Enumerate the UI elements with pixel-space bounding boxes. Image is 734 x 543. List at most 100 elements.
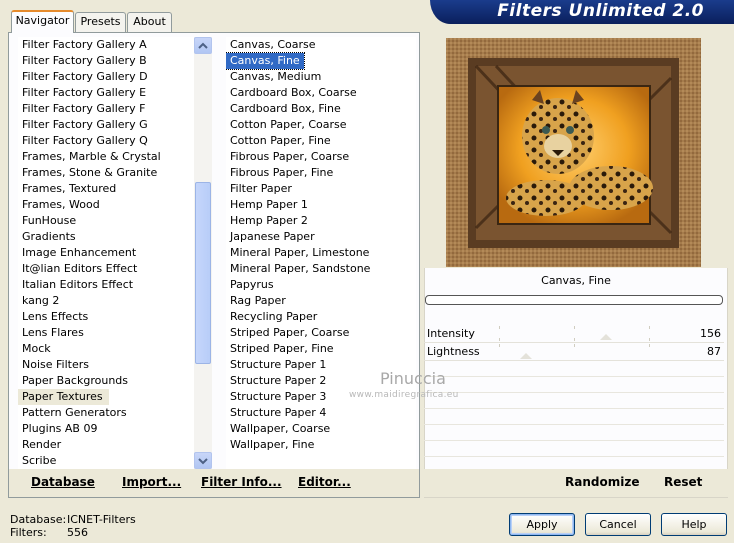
category-list[interactable]: Filter Factory Gallery A Filter Factory G… <box>18 37 194 469</box>
param-label: Intensity <box>427 327 475 340</box>
list-item[interactable]: Plugins AB 09 <box>18 421 194 437</box>
list-item[interactable]: Filter Paper <box>226 181 416 197</box>
list-item[interactable]: Filter Factory Gallery A <box>18 37 194 53</box>
list-item-label: Gradients <box>22 230 76 243</box>
list-item[interactable]: Hemp Paper 1 <box>226 197 416 213</box>
list-item[interactable]: Mineral Paper, Sandstone <box>226 261 416 277</box>
param-row-empty <box>424 393 724 409</box>
list-item[interactable]: Render <box>18 437 194 453</box>
category-scrollbar[interactable] <box>194 37 212 469</box>
scrollbar-thumb[interactable] <box>195 182 211 364</box>
import-button[interactable]: Import... <box>122 475 181 489</box>
list-item-label: Japanese Paper <box>230 230 315 243</box>
preview-image <box>446 38 701 267</box>
tab-about[interactable]: About <box>127 12 172 32</box>
database-button[interactable]: Database <box>31 475 95 489</box>
editor-button[interactable]: Editor... <box>298 475 351 489</box>
list-item[interactable]: Italian Editors Effect <box>18 277 194 293</box>
list-item[interactable]: Frames, Wood <box>18 197 194 213</box>
reset-button[interactable]: Reset <box>664 475 702 489</box>
list-item[interactable]: Filter Factory Gallery B <box>18 53 194 69</box>
list-item[interactable]: Cotton Paper, Coarse <box>226 117 416 133</box>
scroll-up-button[interactable] <box>194 37 212 54</box>
list-item[interactable]: Lens Effects <box>18 309 194 325</box>
list-item-label: Render <box>22 438 62 451</box>
list-item-label: Hemp Paper 2 <box>230 214 308 227</box>
list-item[interactable]: Cardboard Box, Coarse <box>226 85 416 101</box>
list-item[interactable]: Scribe <box>18 453 194 469</box>
filter-info-button[interactable]: Filter Info... <box>201 475 282 489</box>
list-item[interactable]: Rag Paper <box>226 293 416 309</box>
list-item[interactable]: Fibrous Paper, Coarse <box>226 149 416 165</box>
list-item[interactable]: Hemp Paper 2 <box>226 213 416 229</box>
list-item-label: Filter Factory Gallery F <box>22 102 146 115</box>
list-item-label: Recycling Paper <box>230 310 318 323</box>
list-item[interactable]: Structure Paper 4 <box>226 405 416 421</box>
list-item-label: Fibrous Paper, Fine <box>230 166 334 179</box>
param-row-empty <box>424 377 724 393</box>
banner-title: Filters Unlimited 2.0 <box>497 1 704 21</box>
list-item[interactable]: It@lian Editors Effect <box>18 261 194 277</box>
list-item[interactable]: Wallpaper, Coarse <box>226 421 416 437</box>
scroll-down-button[interactable] <box>194 452 212 469</box>
list-item[interactable]: Filter Factory Gallery D <box>18 69 194 85</box>
list-item[interactable]: Image Enhancement <box>18 245 194 261</box>
list-item-label: Noise Filters <box>22 358 89 371</box>
param-row-intensity[interactable]: Intensity 156 <box>424 325 724 343</box>
list-item[interactable]: Paper Backgrounds <box>18 373 194 389</box>
list-item-label: Pattern Generators <box>22 406 127 419</box>
list-item[interactable]: Cardboard Box, Fine <box>226 101 416 117</box>
list-item[interactable]: Japanese Paper <box>226 229 416 245</box>
list-item-label: Mineral Paper, Sandstone <box>230 262 371 275</box>
list-item-label: Filter Factory Gallery E <box>22 86 147 99</box>
list-item[interactable]: Frames, Textured <box>18 181 194 197</box>
list-item-label: Italian Editors Effect <box>22 278 134 291</box>
list-item-label: Striped Paper, Coarse <box>230 326 350 339</box>
database-status-value: ICNET-Filters <box>67 513 136 526</box>
list-item[interactable]: Recycling Paper <box>226 309 416 325</box>
filter-list[interactable]: Canvas, Coarse Canvas, Fine Canvas, Medium… <box>226 37 416 469</box>
list-item[interactable]: Filter Factory Gallery Q <box>18 133 194 149</box>
list-item-label: Mock <box>22 342 51 355</box>
chevron-up-icon <box>198 42 208 49</box>
watermark-name: Pinuccia <box>380 369 446 388</box>
list-item-label: Filter Factory Gallery Q <box>22 134 148 147</box>
param-row-empty <box>424 361 724 377</box>
list-item[interactable]: Frames, Marble & Crystal <box>18 149 194 165</box>
cancel-button[interactable]: Cancel <box>585 513 651 536</box>
param-row-empty <box>424 441 724 457</box>
list-item[interactable]: Gradients <box>18 229 194 245</box>
list-item[interactable]: Papyrus <box>226 277 416 293</box>
list-item[interactable]: Lens Flares <box>18 325 194 341</box>
param-row-empty <box>424 425 724 441</box>
list-item[interactable]: Filter Factory Gallery E <box>18 85 194 101</box>
tab-presets[interactable]: Presets <box>75 12 126 32</box>
help-button[interactable]: Help <box>661 513 727 536</box>
list-item-label: kang 2 <box>22 294 60 307</box>
randomize-button[interactable]: Randomize <box>565 475 639 489</box>
list-item[interactable]: Striped Paper, Fine <box>226 341 416 357</box>
list-item[interactable]: Canvas, Medium <box>226 69 416 85</box>
list-item[interactable]: Paper Textures <box>18 389 194 405</box>
list-item[interactable]: Fibrous Paper, Fine <box>226 165 416 181</box>
database-status-label: Database: <box>10 513 67 526</box>
list-item[interactable]: Cotton Paper, Fine <box>226 133 416 149</box>
list-item[interactable]: Mock <box>18 341 194 357</box>
apply-button[interactable]: Apply <box>509 513 575 536</box>
list-item[interactable]: Canvas, Coarse <box>226 37 416 53</box>
list-item[interactable]: Filter Factory Gallery F <box>18 101 194 117</box>
list-item[interactable]: kang 2 <box>18 293 194 309</box>
list-item[interactable]: Mineral Paper, Limestone <box>226 245 416 261</box>
tab-navigator[interactable]: Navigator <box>11 10 74 33</box>
list-item[interactable]: FunHouse <box>18 213 194 229</box>
list-item[interactable]: Canvas, Fine <box>226 52 416 70</box>
list-item[interactable]: Filter Factory Gallery G <box>18 117 194 133</box>
list-item[interactable]: Wallpaper, Fine <box>226 437 416 453</box>
list-item-label: Frames, Stone & Granite <box>22 166 158 179</box>
list-item[interactable]: Noise Filters <box>18 357 194 373</box>
list-item[interactable]: Frames, Stone & Granite <box>18 165 194 181</box>
list-item-label: Scribe <box>22 454 57 467</box>
list-item[interactable]: Striped Paper, Coarse <box>226 325 416 341</box>
param-row-lightness[interactable]: Lightness 87 <box>424 343 724 361</box>
list-item[interactable]: Pattern Generators <box>18 405 194 421</box>
